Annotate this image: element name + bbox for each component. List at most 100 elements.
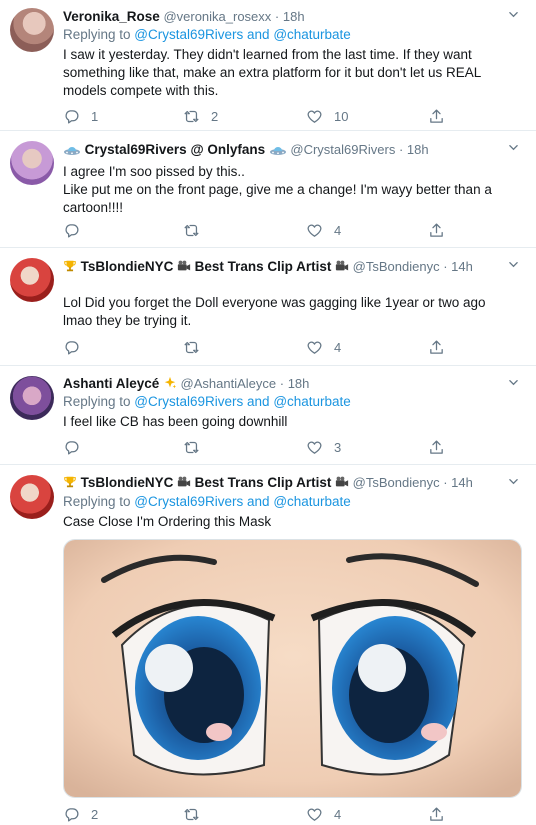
tweet-header: TsBlondieNYC Best Trans Clip Artist @TsB… — [63, 474, 506, 492]
mention-link[interactable]: and — [243, 494, 273, 509]
chevron-down-icon[interactable] — [509, 378, 518, 387]
like-button[interactable]: 4 — [306, 804, 341, 824]
tweet-actions: 3 — [63, 437, 463, 457]
retweet-button[interactable] — [183, 437, 211, 457]
tweet-text: I agree I'm soo pissed by this.. Like pu… — [63, 164, 492, 215]
avatar[interactable] — [10, 8, 54, 52]
like-button[interactable]: 3 — [306, 437, 341, 457]
tweet-actions: 4 — [63, 220, 463, 240]
like-button[interactable]: 4 — [306, 337, 341, 357]
reply-icon — [63, 222, 80, 239]
share-button[interactable] — [428, 804, 456, 824]
chevron-down-icon[interactable] — [509, 10, 518, 19]
retweet-button[interactable] — [183, 804, 211, 824]
like-icon — [306, 806, 323, 823]
timestamp[interactable]: · 18h — [399, 142, 429, 157]
retweet-icon — [183, 108, 200, 125]
camera-icon — [177, 475, 191, 489]
retweet-icon — [183, 222, 200, 239]
mention-link[interactable]: @chaturbate — [273, 494, 351, 509]
tweet-actions: 1 2 10 — [63, 106, 463, 126]
tweet-text: Lol Did you forget the Doll everyone was… — [63, 295, 486, 328]
share-button[interactable] — [428, 106, 456, 126]
camera-icon — [335, 259, 349, 273]
tweet-text: I saw it yesterday. They didn't learned … — [63, 47, 481, 98]
tweet-actions: 4 — [63, 337, 463, 357]
share-button[interactable] — [428, 437, 456, 457]
ufo-icon — [63, 144, 81, 156]
sparkle-icon — [163, 376, 177, 390]
replying-to: Replying to @Crystal69Rivers and @chatur… — [63, 494, 351, 509]
retweet-icon — [183, 339, 200, 356]
mention-link[interactable]: and — [243, 394, 273, 409]
display-name[interactable]: TsBlondieNYC — [81, 475, 174, 490]
user-handle[interactable]: @TsBondienyc — [353, 259, 440, 274]
mention-link[interactable]: @Crystal69Rivers — [134, 27, 243, 42]
user-handle[interactable]: @veronika_rosexx — [163, 9, 271, 24]
camera-icon — [177, 259, 191, 273]
camera-icon — [335, 475, 349, 489]
display-name-suffix[interactable]: Best Trans Clip Artist — [195, 475, 332, 490]
display-name[interactable]: Veronika_Rose — [63, 9, 160, 24]
reply-button[interactable]: 2 — [63, 804, 98, 824]
like-icon — [306, 108, 323, 125]
timestamp[interactable]: · 14h — [443, 475, 473, 490]
tweet-header: Crystal69Rivers @ Onlyfans @Crystal69Riv… — [63, 141, 506, 159]
tweet-4[interactable]: Ashanti Aleycé @AshantiAleyce · 18h Repl… — [0, 366, 536, 465]
reply-button[interactable]: 1 — [63, 106, 98, 126]
chevron-down-icon[interactable] — [509, 477, 518, 486]
user-handle[interactable]: @TsBondienyc — [353, 475, 440, 490]
reply-button[interactable] — [63, 337, 91, 357]
tweet-1[interactable]: Veronika_Rose @veronika_rosexx · 18h Rep… — [0, 0, 536, 131]
reply-icon — [63, 806, 80, 823]
timestamp[interactable]: · 18h — [280, 376, 310, 391]
like-button[interactable]: 4 — [306, 220, 341, 240]
reply-icon — [63, 339, 80, 356]
mention-link[interactable]: and — [243, 27, 273, 42]
user-handle[interactable]: @Crystal69Rivers — [290, 142, 395, 157]
reply-button[interactable] — [63, 220, 91, 240]
mention-link[interactable]: @chaturbate — [273, 27, 351, 42]
display-name[interactable]: TsBlondieNYC — [81, 259, 174, 274]
chevron-down-icon[interactable] — [509, 260, 518, 269]
share-button[interactable] — [428, 337, 456, 357]
avatar[interactable] — [10, 258, 54, 302]
share-icon — [428, 108, 445, 125]
replying-to: Replying to @Crystal69Rivers and @chatur… — [63, 27, 351, 42]
avatar[interactable] — [10, 475, 54, 519]
retweet-button[interactable] — [183, 337, 211, 357]
share-button[interactable] — [428, 220, 456, 240]
retweet-button[interactable]: 2 — [183, 106, 218, 126]
display-name[interactable]: Ashanti Aleycé — [63, 376, 159, 391]
tweet-actions: 2 4 — [63, 804, 463, 824]
like-icon — [306, 339, 323, 356]
avatar[interactable] — [10, 376, 54, 420]
share-icon — [428, 439, 445, 456]
timestamp[interactable]: · 14h — [443, 259, 473, 274]
mention-link[interactable]: @Crystal69Rivers — [134, 394, 243, 409]
trophy-icon — [63, 475, 77, 489]
tweet-text: I feel like CB has been going downhill — [63, 414, 288, 429]
like-button[interactable]: 10 — [306, 106, 348, 126]
tweet-header: Veronika_Rose @veronika_rosexx · 18h — [63, 8, 506, 26]
avatar[interactable] — [10, 141, 54, 185]
mention-link[interactable]: @chaturbate — [273, 394, 351, 409]
display-name[interactable]: Crystal69Rivers @ Onlyfans — [85, 142, 266, 157]
user-handle[interactable]: @AshantiAleyce — [181, 376, 277, 391]
retweet-button[interactable] — [183, 220, 211, 240]
retweet-icon — [183, 439, 200, 456]
timestamp[interactable]: · 18h — [275, 9, 305, 24]
mention-link[interactable]: @Crystal69Rivers — [134, 494, 243, 509]
display-name-suffix[interactable]: Best Trans Clip Artist — [195, 259, 332, 274]
replying-to: Replying to @Crystal69Rivers and @chatur… — [63, 394, 351, 409]
tweet-2[interactable]: Crystal69Rivers @ Onlyfans @Crystal69Riv… — [0, 131, 536, 248]
ufo-icon — [269, 144, 287, 156]
reply-button[interactable] — [63, 437, 91, 457]
chevron-down-icon[interactable] — [509, 143, 518, 152]
retweet-icon — [183, 806, 200, 823]
tweet-media-image[interactable] — [63, 539, 522, 798]
tweet-header: TsBlondieNYC Best Trans Clip Artist @TsB… — [63, 258, 506, 276]
share-icon — [428, 806, 445, 823]
tweet-3[interactable]: TsBlondieNYC Best Trans Clip Artist @TsB… — [0, 248, 536, 366]
like-icon — [306, 222, 323, 239]
